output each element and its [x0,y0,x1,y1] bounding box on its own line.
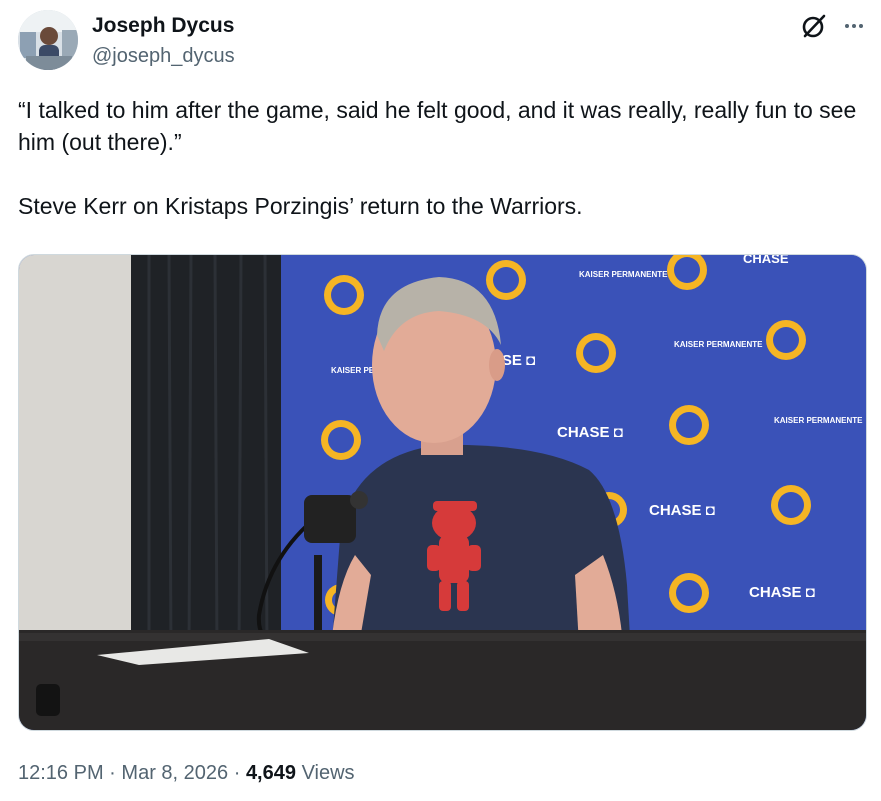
meta-separator: · [233,762,241,784]
tweet: Joseph Dycus @joseph_dycus “I talked to … [0,0,881,801]
author-name[interactable]: Joseph Dycus [92,13,234,39]
svg-text:CHASE: CHASE [743,255,789,266]
svg-text:KAISER PERMANENTE: KAISER PERMANENTE [774,416,863,425]
svg-text:CHASE ◘: CHASE ◘ [557,424,623,441]
svg-text:CHASE ◘: CHASE ◘ [749,584,815,601]
tweet-time[interactable]: 12:16 PM [18,762,104,784]
tweet-metadata: 12:16 PM · Mar 8, 2026 · 4,649 Views [18,760,355,786]
grok-icon[interactable] [800,12,828,40]
more-icon[interactable] [840,12,868,40]
meta-separator: · [109,762,116,784]
avatar-photo [18,10,78,70]
media-badge-icon [36,684,60,716]
svg-text:KAISER PERMANENTE: KAISER PERMANENTE [579,270,668,279]
tweet-text: “I talked to him after the game, said he… [18,97,857,219]
author-handle[interactable]: @joseph_dycus [92,43,235,69]
tweet-date[interactable]: Mar 8, 2026 [121,762,228,784]
press-conference-photo: CHASE ◘ CHASE ◘ CHASE ◘ ASE ◘ CHASE KAIS… [19,255,866,730]
author-avatar[interactable] [18,10,78,70]
svg-text:KAISER PERMANENTE: KAISER PERMANENTE [674,340,763,349]
views-label: Views [301,762,355,784]
media-photo[interactable]: CHASE ◘ CHASE ◘ CHASE ◘ ASE ◘ CHASE KAIS… [18,254,867,731]
svg-text:CHASE ◘: CHASE ◘ [649,502,715,519]
views-count: 4,649 [245,762,296,784]
